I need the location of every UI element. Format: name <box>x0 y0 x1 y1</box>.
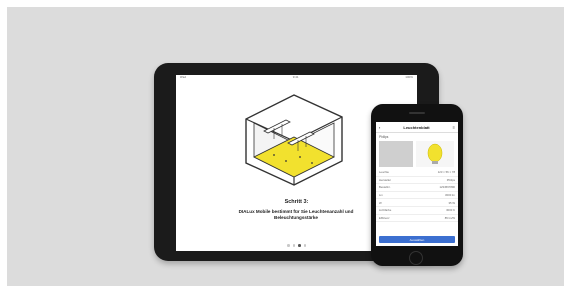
phone-device: ‹ Leuchtenblatt ≡ Philips Leuchte 123 × 5… <box>371 104 463 266</box>
phone-header-title: Leuchtenblatt <box>403 124 430 130</box>
luminaire-preview <box>416 141 454 167</box>
page-dot[interactable] <box>303 244 306 247</box>
status-battery: 100% <box>405 75 413 79</box>
select-button[interactable]: Auswählen <box>379 236 455 243</box>
tablet-status-bar: iPad 9:41 100% <box>176 75 417 80</box>
spec-row: Lichtfarbe 3000 K <box>376 207 458 215</box>
spec-list: Leuchte 123 × 56 × 78 Hersteller Philips B… <box>376 169 458 223</box>
status-carrier: iPad <box>180 75 187 79</box>
phone-header: ‹ Leuchtenblatt ≡ <box>376 122 458 133</box>
room-illustration <box>245 94 343 186</box>
page-dot[interactable] <box>292 244 295 247</box>
background-scene: iPad 9:41 100% Schritt 3: DIALux Mobile … <box>7 7 564 286</box>
status-time: 9:41 <box>292 75 299 79</box>
spec-row: W 35 W <box>376 199 458 207</box>
lightbulb-icon <box>427 143 443 164</box>
step-description: DIALux Mobile bestimmt für Sie Leuchtena… <box>238 209 354 220</box>
menu-icon[interactable]: ≡ <box>453 125 455 130</box>
page-dot-active[interactable] <box>298 244 301 247</box>
spec-row: Bestellnr. 1234567890 <box>376 184 458 192</box>
spec-row: Effizienz 85 lm/W <box>376 215 458 223</box>
back-icon[interactable]: ‹ <box>379 125 380 130</box>
home-button[interactable] <box>409 251 423 265</box>
distribution-plot <box>379 141 413 167</box>
spec-row: Hersteller Philips <box>376 177 458 185</box>
page-dot[interactable] <box>287 244 290 247</box>
spec-row: Leuchte 123 × 56 × 78 <box>376 169 458 177</box>
phone-speaker <box>409 112 425 114</box>
spec-row: Lm 3000 lm <box>376 192 458 200</box>
luminaire-media <box>376 139 458 169</box>
phone-screen: ‹ Leuchtenblatt ≡ Philips Leuchte 123 × 5… <box>376 122 458 246</box>
